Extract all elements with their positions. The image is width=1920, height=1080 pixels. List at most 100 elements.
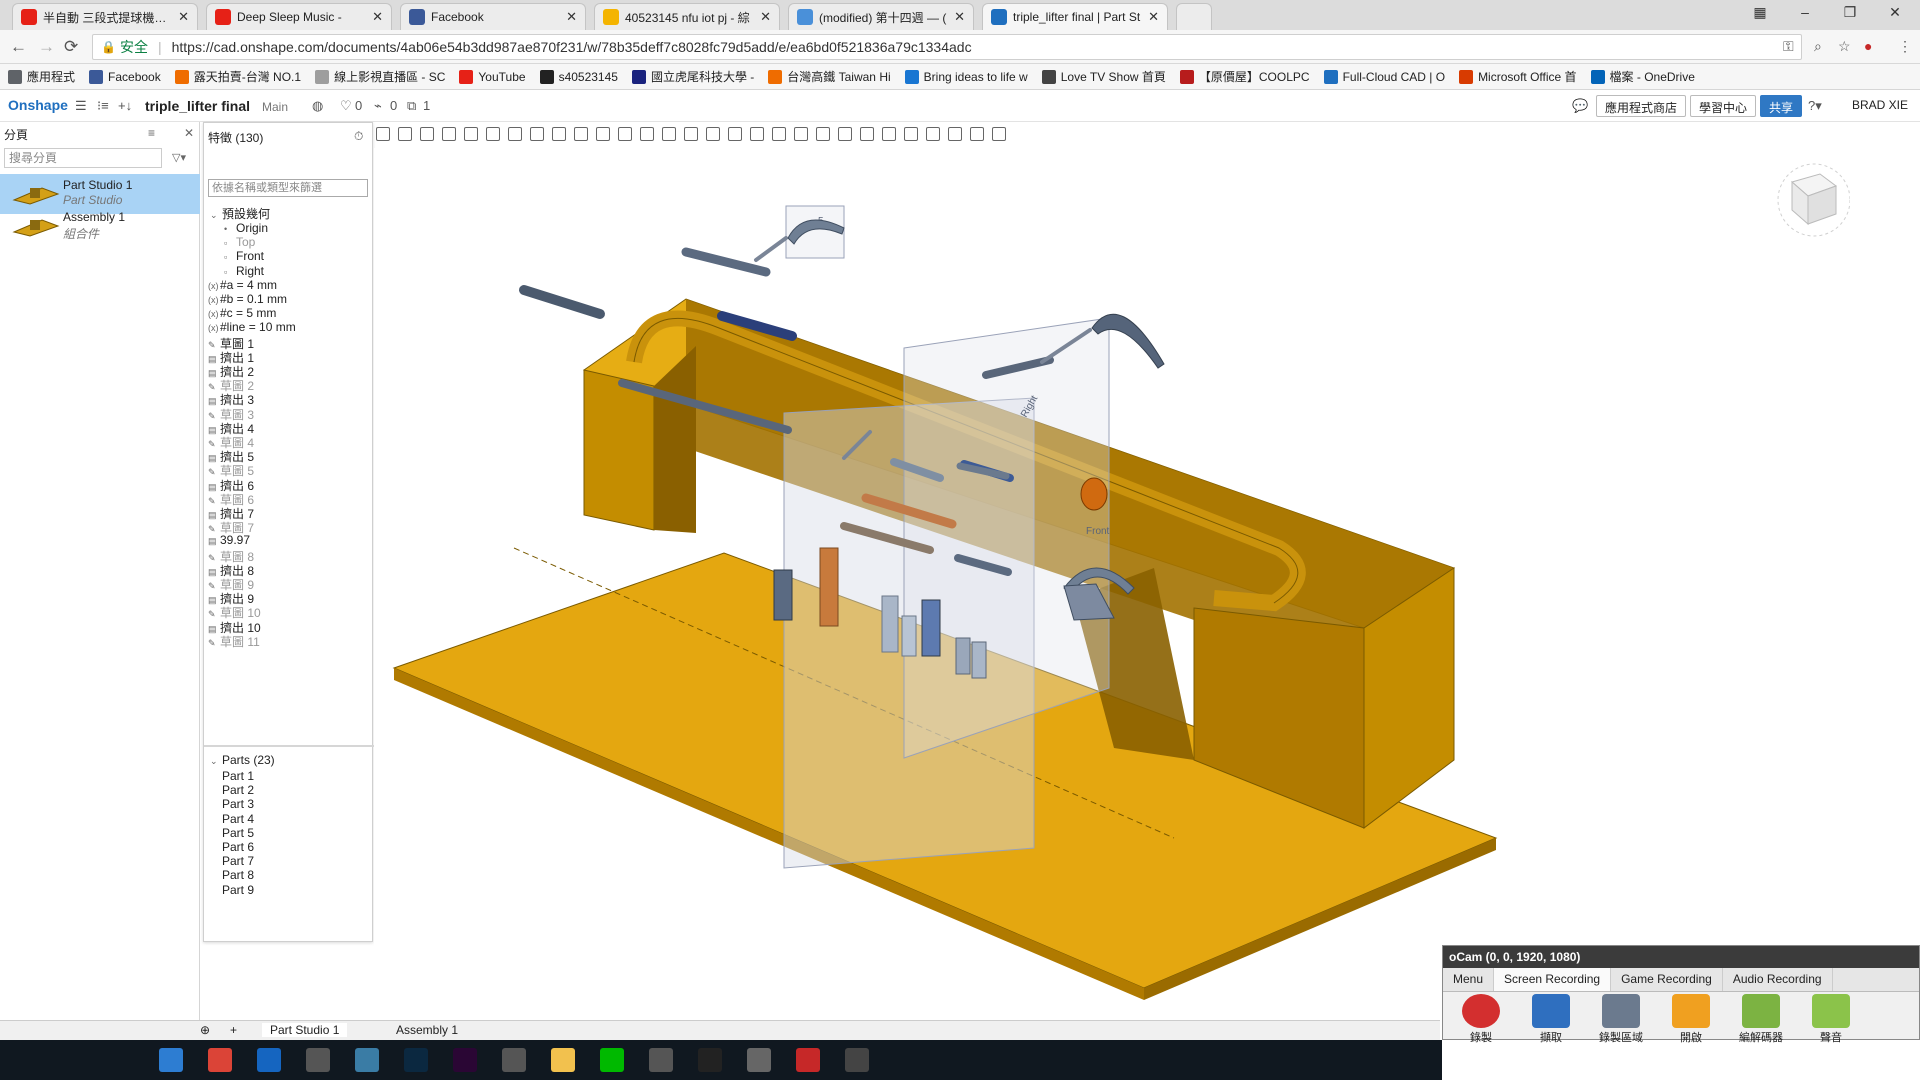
mail-icon[interactable]	[502, 1048, 526, 1072]
part-item[interactable]: Part 1	[222, 769, 254, 783]
ocam-button[interactable]: 錄製區域	[1591, 994, 1651, 1045]
bottom-tab-assembly[interactable]: Assembly 1	[396, 1023, 458, 1037]
pillar-7[interactable]	[971, 641, 987, 679]
photoshop-icon[interactable]	[404, 1048, 428, 1072]
curve-icon[interactable]	[794, 127, 808, 141]
ocam-button[interactable]: 開啟	[1661, 994, 1721, 1045]
ocam-tab[interactable]: Screen Recording	[1494, 968, 1612, 991]
browser-tab[interactable]: Deep Sleep Music - ✕	[206, 3, 392, 30]
expand-caret-icon[interactable]: ⌄	[210, 756, 222, 767]
extension-icon[interactable]: ●	[1864, 38, 1872, 54]
bookmark-item[interactable]: Full-Cloud CAD | O	[1323, 69, 1445, 84]
url-input[interactable]: 🔒 安全 | https://cad.onshape.com/documents…	[92, 34, 1802, 60]
custom-feature-icon[interactable]	[992, 127, 1006, 141]
insert-icon[interactable]: +↓	[118, 98, 132, 113]
part-item[interactable]: Part 6	[222, 840, 254, 854]
minimize-icon[interactable]: –	[1785, 4, 1825, 20]
browser-tab[interactable]: 40523145 nfu iot pj - 綜 ✕	[594, 3, 780, 30]
learning-center-button[interactable]: 學習中心	[1690, 95, 1757, 117]
close-tab-icon[interactable]: ✕	[372, 9, 383, 25]
bottom-tab-part-studio[interactable]: Part Studio 1	[262, 1023, 348, 1037]
ocam-button[interactable]: 聲音	[1801, 994, 1861, 1045]
branch-label[interactable]: Main	[262, 100, 288, 114]
reload-icon[interactable]: ⟳	[64, 37, 78, 57]
bookmark-item[interactable]: Bring ideas to life w	[904, 69, 1028, 84]
filter-icon[interactable]: ▽▾	[172, 151, 186, 164]
graphics-viewport[interactable]: Front Right 5	[374, 148, 1920, 1020]
part-item[interactable]: Part 8	[222, 868, 254, 882]
pillar-6[interactable]	[955, 637, 971, 675]
list-view-icon[interactable]: ≡	[148, 126, 155, 140]
browser-tab[interactable]: 半自動 三段式提球機構 - ✕	[12, 3, 198, 30]
ocam-button[interactable]: 擷取	[1521, 994, 1581, 1045]
close-tab-icon[interactable]: ✕	[760, 9, 771, 25]
browser-tab[interactable]: Facebook ✕	[400, 3, 586, 30]
part-item[interactable]: Part 2	[222, 783, 254, 797]
pillar-5[interactable]	[921, 599, 941, 657]
track-block-left[interactable]	[583, 369, 655, 531]
feature-tree-item[interactable]: ✎ 草圖 11	[208, 633, 260, 650]
tab-search-input[interactable]: 搜尋分頁	[4, 148, 162, 168]
help-icon[interactable]: ?▾	[1808, 98, 1822, 114]
bookmark-item[interactable]: YouTube	[459, 69, 526, 84]
lightroom-icon[interactable]	[355, 1048, 379, 1072]
feature-tree-item[interactable]: (x) #b = 0.1 mm	[208, 292, 287, 306]
bend-relief-icon[interactable]	[970, 127, 984, 141]
feature-tree-item[interactable]: • Origin	[224, 221, 268, 235]
loft-icon[interactable]	[398, 127, 412, 141]
link-rod-2[interactable]	[754, 236, 788, 262]
link-icon[interactable]: ⌁	[374, 98, 382, 114]
feature-list-icon[interactable]: ⁝≡	[97, 98, 109, 114]
chrome-icon[interactable]	[208, 1048, 232, 1072]
pillar-1[interactable]	[773, 569, 793, 621]
part-item[interactable]: Part 7	[222, 854, 254, 868]
public-globe-icon[interactable]: ◍	[312, 98, 323, 114]
pillar-3[interactable]	[881, 595, 899, 653]
feature-tree-item[interactable]: ▫ Right	[224, 264, 264, 278]
bookmark-item[interactable]: 線上影視直播區 - SC	[315, 68, 445, 85]
part-item[interactable]: Part 9	[222, 883, 254, 897]
transform-icon[interactable]	[640, 127, 654, 141]
browser-tab[interactable]: triple_lifter final | Part St ✕	[982, 3, 1168, 30]
chamfer-icon[interactable]	[464, 127, 478, 141]
ocam-tab[interactable]: Game Recording	[1611, 968, 1723, 991]
bookmark-item[interactable]: 應用程式	[8, 68, 75, 85]
flange-icon[interactable]	[904, 127, 918, 141]
hamburger-menu-icon[interactable]: ☰	[75, 98, 87, 114]
photos-icon[interactable]	[306, 1048, 330, 1072]
zoom-icon[interactable]: ⌕	[1814, 38, 1822, 55]
boolean-icon[interactable]	[596, 127, 610, 141]
key-icon[interactable]: ⚿	[1783, 38, 1794, 55]
feature-tree-item[interactable]: ▫ Top	[224, 235, 255, 249]
pillar-4[interactable]	[901, 615, 917, 657]
part-item[interactable]: Part 5	[222, 826, 254, 840]
bookmark-item[interactable]: Microsoft Office 首	[1459, 68, 1577, 85]
view-cube[interactable]	[1770, 160, 1850, 240]
parts-folder[interactable]: ⌄ Parts (23)	[210, 753, 275, 767]
ocam-icon[interactable]	[796, 1048, 820, 1072]
bookmark-item[interactable]: 國立虎尾科技大學 -	[631, 68, 754, 85]
corner-icon[interactable]	[948, 127, 962, 141]
search-icon[interactable]	[61, 1048, 85, 1072]
modify-fillet-icon[interactable]	[684, 127, 698, 141]
frame-icon[interactable]	[860, 127, 874, 141]
helix-icon[interactable]	[772, 127, 786, 141]
close-tab-icon[interactable]: ✕	[178, 9, 189, 25]
bookmark-item[interactable]: 露天拍賣-台灣 NO.1	[174, 68, 301, 85]
document-title[interactable]: triple_lifter final	[145, 98, 250, 114]
bookmark-star-icon[interactable]: ☆	[1838, 38, 1851, 55]
default-geometry-folder[interactable]: ⌄ 預設幾何	[210, 205, 270, 222]
user-menu[interactable]: BRAD XIE	[1852, 98, 1908, 112]
bookmark-item[interactable]: Love TV Show 首頁	[1041, 68, 1166, 85]
bookmark-item[interactable]: 【原價屋】COOLPC	[1179, 68, 1310, 85]
close-panel-icon[interactable]: ✕	[184, 126, 194, 140]
like-icon[interactable]: ♡	[340, 98, 352, 114]
feature-tree-item[interactable]: (x) #c = 5 mm	[208, 306, 276, 320]
rollback-icon[interactable]: ⏱	[354, 129, 363, 144]
start-icon[interactable]	[12, 1048, 36, 1072]
close-tab-icon[interactable]: ✕	[1148, 9, 1159, 25]
ocam-tab[interactable]: Menu	[1443, 968, 1495, 991]
pillar-2[interactable]	[819, 547, 839, 627]
replace-face-icon[interactable]	[706, 127, 720, 141]
right-plane[interactable]	[903, 317, 1110, 759]
